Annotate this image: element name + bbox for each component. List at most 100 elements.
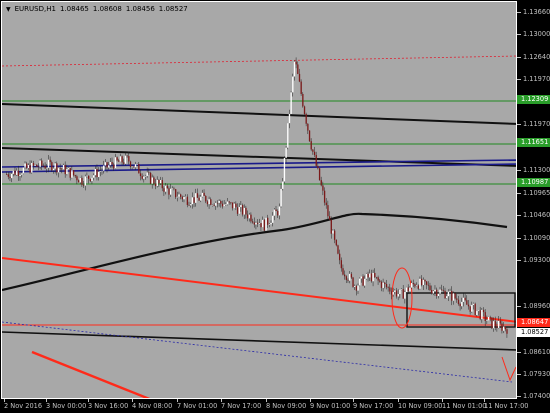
candle-body xyxy=(452,293,455,301)
candle-body xyxy=(114,157,117,169)
candle-body xyxy=(469,306,471,312)
plot-area[interactable]: ▼ EURUSD,H1 1.08465 1.08608 1.08456 1.08527 xyxy=(1,1,517,399)
candle-body xyxy=(233,203,235,209)
candle-body xyxy=(166,185,168,189)
price-tick-label: 1.10460 xyxy=(523,211,550,219)
candle-body xyxy=(337,245,339,254)
candle-body xyxy=(253,222,255,225)
candle-body xyxy=(446,296,448,299)
candle-body xyxy=(241,205,244,215)
candle-body xyxy=(379,280,381,282)
candle-body xyxy=(444,290,446,299)
candle-body xyxy=(305,114,307,124)
candle-body xyxy=(474,303,476,315)
candle-body xyxy=(494,321,496,327)
candle-body xyxy=(415,285,418,287)
candle-body xyxy=(238,207,240,214)
candle-body xyxy=(231,202,234,209)
candle-body xyxy=(414,284,416,287)
candle-body xyxy=(302,93,304,107)
candle-body xyxy=(216,202,219,204)
price-axis[interactable]: 1.13660 1.13000 1.12640 1.11970 1.11970 … xyxy=(517,0,550,400)
candle-body xyxy=(375,277,378,278)
candle-body xyxy=(420,278,423,286)
candle-body xyxy=(385,284,388,288)
candle-body xyxy=(59,168,61,169)
candle-body xyxy=(354,285,356,287)
candle-body xyxy=(108,165,110,168)
candle-body xyxy=(380,281,383,288)
price-tick-label: 1.10090 xyxy=(523,234,550,242)
candle-body xyxy=(410,283,413,288)
candle-body xyxy=(190,204,192,206)
candle-body xyxy=(502,326,505,331)
candle-body xyxy=(14,170,16,175)
candle-body xyxy=(98,171,100,178)
candle-body xyxy=(37,166,40,168)
candle-body xyxy=(77,180,80,183)
candle-body xyxy=(195,193,197,203)
candle-body xyxy=(180,194,182,197)
tick-mark xyxy=(517,352,521,353)
candle-body xyxy=(109,162,112,166)
candle-body xyxy=(225,204,227,206)
candle-body xyxy=(390,291,393,295)
candle-body xyxy=(24,163,26,168)
candle-body xyxy=(317,165,319,169)
ohlc-high: 1.08608 xyxy=(92,5,122,13)
candle-body xyxy=(364,278,366,286)
candle-body xyxy=(404,292,406,299)
time-label: 9 Nov 01:00 xyxy=(310,402,351,410)
time-axis[interactable]: 2 Nov 2016 3 Nov 00:00 3 Nov 16:00 4 Nov… xyxy=(0,399,550,413)
candle-body xyxy=(350,273,353,278)
candle-body xyxy=(267,217,269,225)
candle-body xyxy=(288,113,291,124)
candle-body xyxy=(441,289,443,291)
candle-body xyxy=(442,290,445,291)
candle-body xyxy=(56,163,58,173)
tick-mark xyxy=(517,79,521,80)
candle-body xyxy=(461,301,463,307)
candle-body xyxy=(303,106,306,115)
candle-body xyxy=(409,287,411,292)
candle-body xyxy=(419,278,421,289)
candle-body xyxy=(124,155,127,164)
candle-body xyxy=(9,176,11,179)
candle-body xyxy=(86,175,88,177)
time-label: 7 Nov 17:00 xyxy=(221,402,262,410)
candle-body xyxy=(106,162,108,168)
candle-body xyxy=(362,276,364,286)
candle-body xyxy=(456,298,458,300)
price-tick-label: 1.11970 xyxy=(523,120,550,128)
blue-dashed-trendline xyxy=(2,321,513,383)
tick-mark xyxy=(517,193,521,194)
tick-mark xyxy=(517,34,521,35)
price-tick-label: 1.13660 xyxy=(523,8,550,16)
candle-body xyxy=(295,61,297,65)
candle-body xyxy=(277,211,279,216)
candle-body xyxy=(251,221,254,223)
candle-body xyxy=(29,165,31,173)
time-label: 11 Nov 17:00 xyxy=(484,402,529,410)
candle-body xyxy=(489,316,491,318)
ohlc-open: 1.08465 xyxy=(59,5,89,13)
candle-body xyxy=(467,304,470,307)
candle-body xyxy=(313,151,316,155)
candle-body xyxy=(298,73,301,82)
candle-body xyxy=(482,309,485,313)
candle-body xyxy=(44,166,46,169)
candle-body xyxy=(439,289,441,294)
chart-window[interactable]: ▼ EURUSD,H1 1.08465 1.08608 1.08456 1.08527 xyxy=(0,0,550,413)
candle-body xyxy=(424,279,426,282)
candle-body xyxy=(175,189,177,198)
candle-body xyxy=(82,184,85,186)
tick-mark xyxy=(517,12,521,13)
candle-body xyxy=(349,273,351,281)
candle-body xyxy=(71,170,73,178)
triangle-down-icon[interactable]: ▼ xyxy=(6,6,11,13)
candle-body xyxy=(221,203,224,207)
red-arrow-annotation xyxy=(501,356,516,382)
candle-body xyxy=(74,175,76,177)
candle-body xyxy=(451,290,453,301)
candle-body xyxy=(325,202,327,206)
